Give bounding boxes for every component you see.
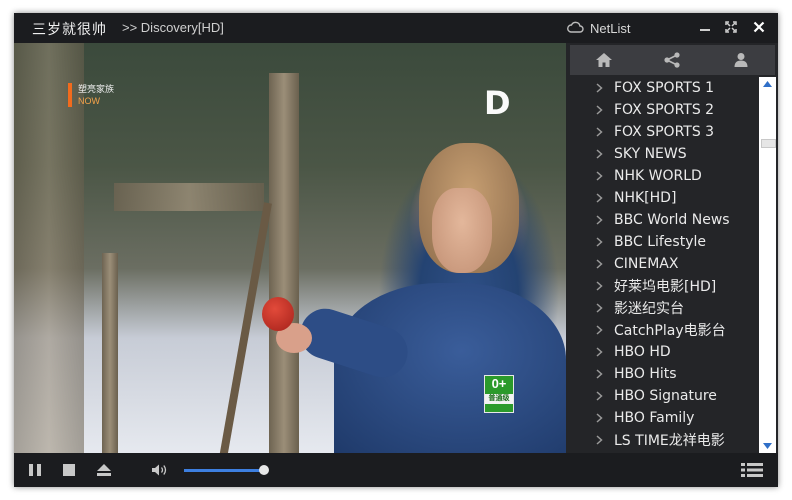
- channel-item[interactable]: HBO HD: [566, 341, 756, 363]
- chevron-right-icon: [596, 149, 608, 159]
- fence-rail: [114, 183, 264, 211]
- scroll-thumb[interactable]: [761, 139, 776, 148]
- channel-label: HBO Signature: [614, 388, 717, 404]
- channel-item[interactable]: FOX SPORTS 3: [566, 121, 756, 143]
- minimize-icon[interactable]: [696, 18, 714, 36]
- volume-level: [184, 469, 265, 472]
- rating-mark: 0+: [491, 376, 507, 391]
- program-badge-now: NOW: [78, 96, 100, 106]
- channel-list: FOX SPORTS 1 FOX SPORTS 2 FOX SPORTS 3 SKY …: [566, 77, 756, 453]
- chevron-right-icon: [596, 435, 608, 445]
- chevron-right-icon: [596, 325, 608, 335]
- chevron-right-icon: [596, 127, 608, 137]
- rating-badge: 0+ 普通级: [484, 375, 514, 413]
- channel-label: SKY NEWS: [614, 146, 687, 162]
- scroll-down-icon[interactable]: [759, 439, 776, 453]
- channel-label: NHK WORLD: [614, 168, 702, 184]
- netlist-button[interactable]: NetList: [566, 18, 630, 38]
- chevron-right-icon: [596, 369, 608, 379]
- title-bar: 三岁就很帅 >> Discovery[HD] NetList: [14, 13, 778, 43]
- discovery-logo: D: [484, 84, 511, 122]
- channel-item[interactable]: 好莱坞电影[HD]: [566, 275, 756, 297]
- chevron-right-icon: [596, 391, 608, 401]
- home-icon[interactable]: [594, 50, 614, 70]
- netlist-label: NetList: [590, 20, 631, 36]
- channel-item[interactable]: NHK[HD]: [566, 187, 756, 209]
- channel-item[interactable]: 影迷纪实台: [566, 297, 756, 319]
- channel-label: BBC Lifestyle: [614, 234, 706, 250]
- chevron-right-icon: [596, 171, 608, 181]
- channel-list-scrollbar[interactable]: [759, 77, 776, 453]
- volume-handle[interactable]: [259, 465, 270, 475]
- channel-item[interactable]: CatchPlay电影台: [566, 319, 756, 341]
- channel-item[interactable]: FOX SPORTS 2: [566, 99, 756, 121]
- fence-post: [102, 253, 118, 453]
- channel-item[interactable]: NHK WORLD: [566, 165, 756, 187]
- channel-label: FOX SPORTS 3: [614, 124, 715, 140]
- volume-icon[interactable]: [150, 462, 170, 478]
- chevron-right-icon: [596, 105, 608, 115]
- expand-icon[interactable]: [722, 18, 740, 36]
- channel-item[interactable]: SKY NEWS: [566, 143, 756, 165]
- fence-post: [269, 73, 299, 453]
- player-window: 三岁就很帅 >> Discovery[HD] NetList 塑亮家族 NOW …: [14, 13, 778, 487]
- channel-label: HBO HD: [614, 344, 671, 360]
- channel-label: CINEMAX: [614, 256, 679, 272]
- channel-label: FOX SPORTS 1: [614, 80, 715, 96]
- channel-item[interactable]: FOX SPORTS 1: [566, 77, 756, 99]
- chevron-right-icon: [596, 237, 608, 247]
- close-icon[interactable]: [750, 18, 768, 36]
- control-bar: [14, 453, 778, 487]
- cloud-icon: [566, 21, 584, 36]
- scroll-up-icon[interactable]: [759, 77, 776, 91]
- channel-label: LS TIME龙祥电影: [614, 433, 725, 449]
- channel-item[interactable]: HBO Signature: [566, 385, 756, 407]
- channel-label: BBC World News: [614, 212, 730, 228]
- channel-label: HBO Hits: [614, 366, 677, 382]
- volume-slider[interactable]: [184, 465, 270, 475]
- apple: [262, 297, 294, 331]
- eject-icon[interactable]: [95, 462, 113, 478]
- program-badge-title: 塑亮家族: [78, 84, 115, 94]
- channel-label: FOX SPORTS 2: [614, 102, 715, 118]
- chevron-right-icon: [596, 303, 608, 313]
- current-channel-title: >> Discovery[HD]: [122, 20, 224, 35]
- channel-item[interactable]: HBO Hits: [566, 363, 756, 385]
- channel-item[interactable]: BBC World News: [566, 209, 756, 231]
- chevron-right-icon: [596, 193, 608, 203]
- channel-item[interactable]: CINEMAX: [566, 253, 756, 275]
- channel-item[interactable]: HBO Family: [566, 407, 756, 429]
- channel-label: 好莱坞电影[HD]: [614, 279, 717, 295]
- chevron-right-icon: [596, 281, 608, 291]
- channel-label: CatchPlay电影台: [614, 323, 726, 339]
- chevron-right-icon: [596, 347, 608, 357]
- chevron-right-icon: [596, 413, 608, 423]
- channel-item[interactable]: LS TIME龙祥电影: [566, 429, 756, 451]
- panel-toolbar: [570, 45, 775, 75]
- video-area[interactable]: 塑亮家族 NOW D 0+ 普通级: [14, 43, 566, 453]
- stop-icon[interactable]: [60, 462, 78, 478]
- channel-label: 影迷纪实台: [614, 301, 684, 317]
- app-title: 三岁就很帅: [32, 22, 107, 38]
- user-icon[interactable]: [731, 50, 751, 70]
- branch: [218, 202, 272, 453]
- channel-item[interactable]: BBC Lifestyle: [566, 231, 756, 253]
- chevron-right-icon: [596, 83, 608, 93]
- share-icon[interactable]: [662, 50, 682, 70]
- chevron-right-icon: [596, 259, 608, 269]
- channel-label: HBO Family: [614, 410, 695, 426]
- netlist-panel: FOX SPORTS 1 FOX SPORTS 2 FOX SPORTS 3 SKY …: [566, 43, 778, 453]
- channel-label: NHK[HD]: [614, 190, 677, 206]
- chevron-right-icon: [596, 215, 608, 225]
- child-face: [432, 188, 492, 273]
- program-badge: 塑亮家族 NOW: [68, 83, 114, 107]
- playlist-icon[interactable]: [740, 462, 764, 478]
- rating-label: 普通级: [485, 394, 513, 404]
- pause-icon[interactable]: [26, 462, 44, 478]
